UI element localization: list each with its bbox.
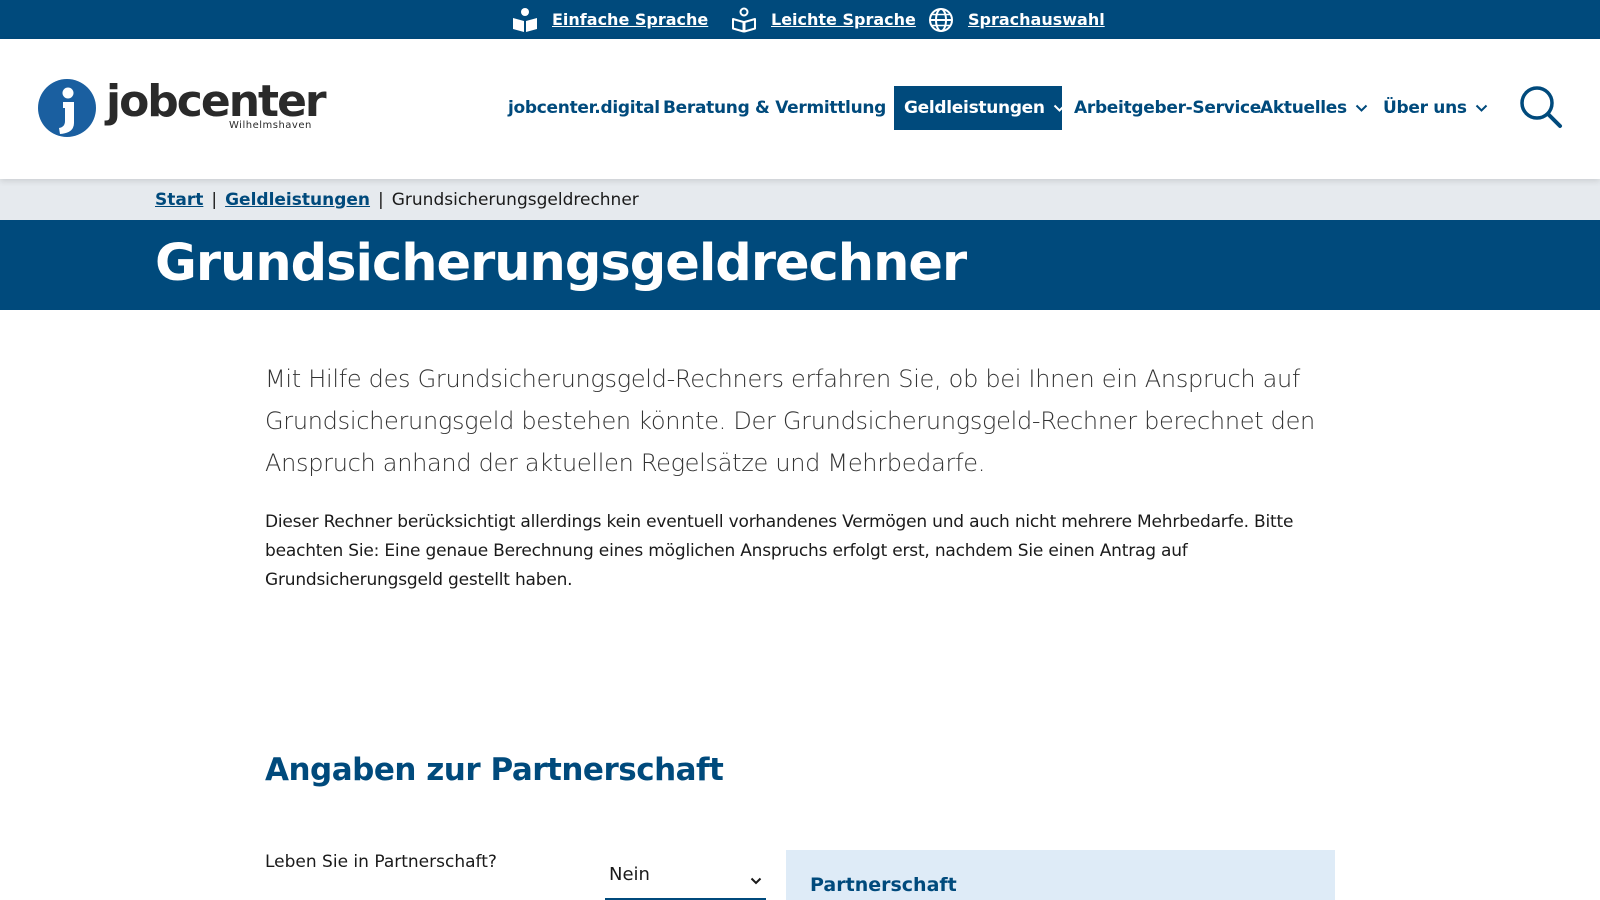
nav-label: jobcenter.digital — [508, 98, 660, 118]
topbar-item-einfache-sprache[interactable]: Einfache Sprache — [512, 0, 708, 39]
breadcrumb-separator: | — [211, 189, 218, 210]
breadcrumb-geldleistungen[interactable]: Geldleistungen — [225, 190, 370, 210]
lead-paragraph: Mit Hilfe des Grundsicherungsgeld-Rechne… — [265, 365, 1315, 477]
page-title: Grundsicherungsgeldrechner — [155, 234, 967, 293]
info-box-title: Partnerschaft — [810, 874, 957, 896]
partnership-select[interactable]: Nein — [605, 854, 766, 900]
nav-aktuelles[interactable]: Aktuelles — [1260, 86, 1368, 130]
nav-ueber-uns[interactable]: Über uns — [1383, 86, 1488, 130]
chevron-down-icon — [1475, 98, 1488, 118]
nav-jobcenter-digital[interactable]: jobcenter.digital — [508, 86, 660, 130]
nav-beratung-vermittlung[interactable]: Beratung & Vermittlung — [663, 86, 907, 130]
nav-arbeitgeber-service[interactable]: Arbeitgeber-Service — [1074, 86, 1261, 130]
partnership-label: Leben Sie in Partnerschaft? — [265, 852, 497, 872]
chevron-down-icon — [750, 870, 762, 889]
book-outline-icon — [731, 7, 757, 33]
body-paragraph: Dieser Rechner berücksichtigt allerdings… — [265, 512, 1294, 590]
nav-geldleistungen[interactable]: Geldleistungen — [894, 86, 1065, 130]
nav-label: Über uns — [1383, 98, 1467, 118]
section-title-partnerschaft: Angaben zur Partnerschaft — [265, 752, 724, 788]
globe-icon — [928, 7, 954, 33]
nav-label: Aktuelles — [1260, 98, 1347, 118]
breadcrumb-bar: Start | Geldleistungen | Grundsicherungs… — [0, 179, 1600, 220]
nav-label: Arbeitgeber-Service — [1074, 98, 1262, 118]
logo-subtitle: Wilhelmshaven — [229, 120, 312, 131]
breadcrumb-start[interactable]: Start — [155, 190, 203, 210]
search-button[interactable] — [1517, 83, 1565, 131]
page-title-band: Grundsicherungsgeldrechner — [0, 220, 1600, 310]
breadcrumb-current: Grundsicherungsgeldrechner — [391, 189, 639, 210]
nav-label: Beratung & Vermittlung — [663, 98, 887, 118]
breadcrumb-separator: | — [378, 189, 384, 210]
site-header: jobcenter Wilhelmshaven jobcenter.digita… — [0, 39, 1600, 179]
partnership-info-box: Partnerschaft — [786, 850, 1335, 900]
book-person-icon — [512, 7, 538, 33]
chevron-down-icon — [1355, 98, 1368, 118]
topbar-item-leichte-sprache[interactable]: Leichte Sprache — [731, 0, 916, 39]
breadcrumb: Start | Geldleistungen | Grundsicherungs… — [155, 179, 639, 220]
chevron-down-icon — [1053, 98, 1066, 118]
partnership-select-value: Nein — [609, 864, 650, 885]
jobcenter-logo-icon — [38, 79, 96, 137]
einfache-sprache-link[interactable]: Einfache Sprache — [552, 10, 708, 29]
topbar-item-sprachauswahl[interactable]: Sprachauswahl — [928, 0, 1105, 39]
nav-label: Geldleistungen — [904, 98, 1045, 118]
sprachauswahl-link[interactable]: Sprachauswahl — [968, 10, 1105, 29]
leichte-sprache-link[interactable]: Leichte Sprache — [771, 10, 916, 29]
language-bar: Einfache Sprache Leichte Sprache Spracha… — [0, 0, 1600, 39]
jobcenter-logo[interactable]: jobcenter Wilhelmshaven — [36, 77, 336, 139]
search-icon — [1517, 86, 1565, 135]
